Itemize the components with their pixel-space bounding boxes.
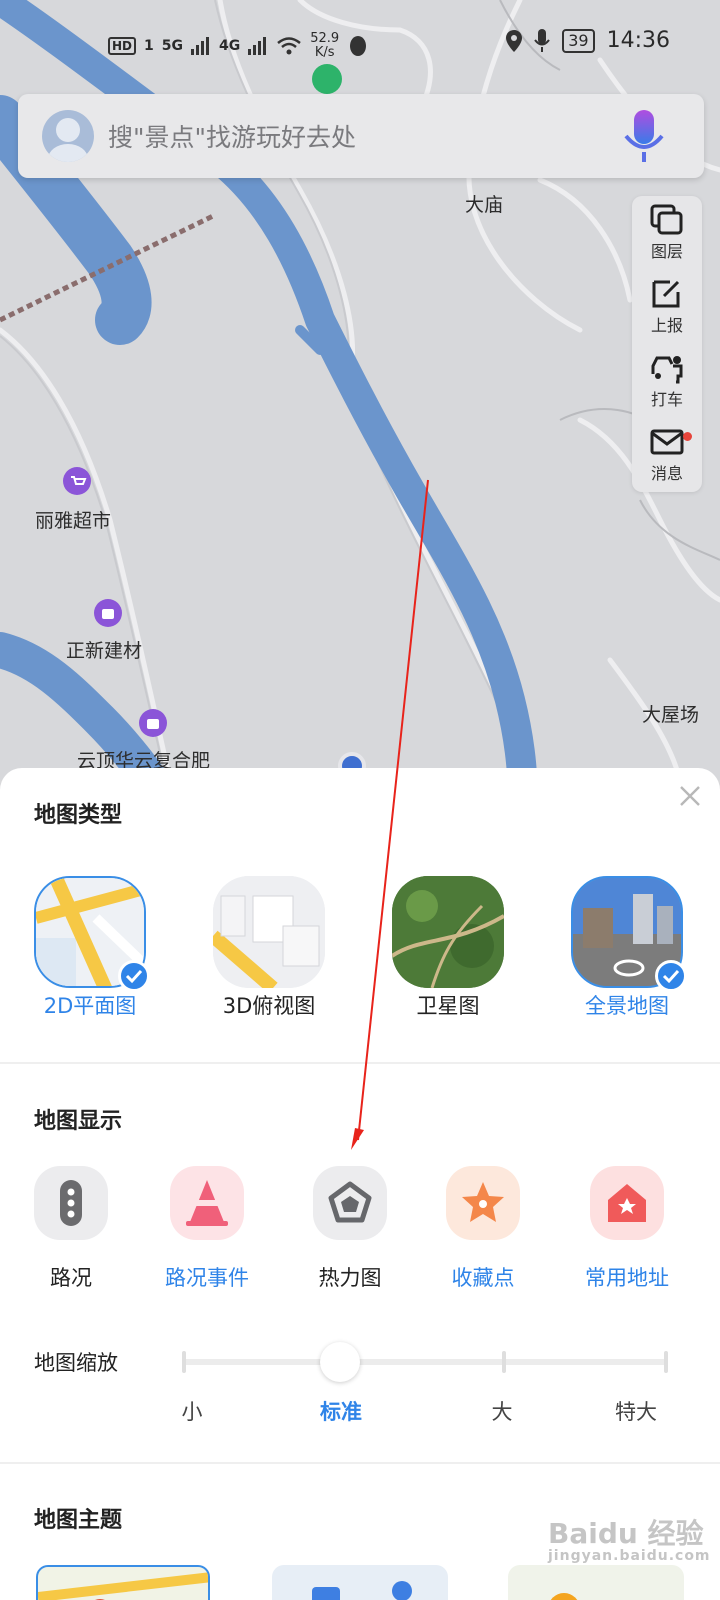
- watermark-subtext: jingyan.baidu.com: [548, 1548, 711, 1564]
- heatmap-label: 热力图: [318, 1266, 382, 1290]
- search-bar[interactable]: 搜"景点"找游玩好去处: [18, 94, 704, 178]
- signal-icon-2: [248, 37, 267, 55]
- map-type-satellite-label: 卫星图: [416, 994, 480, 1018]
- taxi-button[interactable]: 打车: [632, 344, 702, 418]
- map-label-zhengxin-building-materials[interactable]: 正新建材: [66, 636, 142, 663]
- baidu-jingyan-watermark: Baidu 经验 jingyan.baidu.com: [548, 1512, 711, 1564]
- location-icon: [506, 29, 523, 52]
- zoom-option-extra-large[interactable]: 特大: [586, 1396, 686, 1426]
- layers-icon: [650, 204, 683, 235]
- map-type-3d-label: 3D俯视图: [222, 994, 316, 1018]
- theme-card-default[interactable]: [36, 1565, 210, 1600]
- traffic-toggle[interactable]: [34, 1166, 108, 1240]
- map-label-dawuchang[interactable]: 大屋场: [642, 700, 699, 727]
- frequent-address-toggle[interactable]: [590, 1166, 664, 1240]
- map-type-satellite[interactable]: [392, 876, 504, 988]
- watermark-text: Baidu 经验: [548, 1517, 704, 1550]
- theme-3-preview: [550, 1593, 578, 1600]
- favorites-toggle[interactable]: [446, 1166, 520, 1240]
- map-type-2d[interactable]: [34, 876, 150, 992]
- map-label-damiao[interactable]: 大庙: [465, 190, 503, 217]
- map-type-panorama-label: 全景地图: [585, 994, 669, 1018]
- heatmap-toggle[interactable]: [313, 1166, 387, 1240]
- map-label-liya-supermarket[interactable]: 丽雅超市: [35, 506, 111, 533]
- theme-card-2[interactable]: [272, 1565, 448, 1600]
- traffic-cone-icon: [186, 1180, 228, 1226]
- map-type-3d[interactable]: [213, 876, 325, 988]
- map-type-title: 地图类型: [34, 803, 123, 828]
- network-5g-label: 5G: [161, 38, 183, 54]
- traffic-events-label: 路况事件: [165, 1266, 249, 1290]
- star-icon: [462, 1182, 504, 1222]
- wifi-icon: [277, 37, 302, 55]
- theme-default-preview: [38, 1572, 208, 1600]
- zoom-option-small[interactable]: 小: [142, 1396, 242, 1426]
- map-zoom-title: 地图缩放: [34, 1351, 118, 1375]
- zoom-slider-track[interactable]: [182, 1359, 668, 1365]
- clock: 14:36: [606, 28, 670, 53]
- section-divider: [0, 1062, 720, 1064]
- map-theme-title: 地图主题: [34, 1508, 123, 1533]
- map-3d-thumbnail: [213, 876, 325, 988]
- qq-penguin-icon: [350, 36, 367, 56]
- signal-icon: [191, 37, 209, 55]
- traffic-events-toggle[interactable]: [170, 1166, 244, 1240]
- microphone-status-icon: [534, 28, 551, 52]
- selected-check-icon: [118, 960, 150, 992]
- bus-station-icon[interactable]: [312, 64, 342, 94]
- map-type-panorama[interactable]: [571, 876, 687, 992]
- status-bar: HD 1 5G 4G 52.9 K/s 39 14:36: [0, 28, 720, 64]
- search-input[interactable]: 搜"景点"找游玩好去处: [108, 118, 624, 154]
- shopping-bag-poi-icon-2[interactable]: [138, 708, 168, 744]
- messages-label: 消息: [650, 464, 683, 483]
- traffic-label: 路况: [50, 1266, 92, 1290]
- network-4g-label: 4G: [219, 38, 241, 54]
- taxi-label: 打车: [650, 390, 683, 409]
- speed-value: 52.9: [310, 31, 340, 46]
- map-satellite-thumbnail: [392, 876, 504, 988]
- theme-card-3[interactable]: [508, 1565, 684, 1600]
- zoom-tick: [664, 1351, 668, 1373]
- section-divider-2: [0, 1462, 720, 1464]
- taxi-car-icon: [651, 356, 683, 384]
- zoom-tick: [182, 1351, 186, 1373]
- map-type-2d-label: 2D平面图: [43, 994, 137, 1018]
- voice-search-icon[interactable]: [624, 106, 664, 166]
- mail-icon: [650, 429, 684, 455]
- unread-dot: [683, 432, 692, 441]
- zoom-option-standard[interactable]: 标准: [291, 1396, 391, 1426]
- messages-button[interactable]: 消息: [632, 418, 702, 492]
- selected-check-icon-2: [655, 960, 687, 992]
- sim-indicator: 1: [144, 38, 154, 54]
- network-speed: 52.9 K/s: [310, 32, 339, 60]
- zoom-tick: [502, 1351, 506, 1373]
- battery-indicator: 39: [562, 28, 595, 53]
- layers-label: 图层: [650, 242, 683, 261]
- map-toolbar: 图层 上报 打车 消息: [632, 196, 702, 492]
- map-display-title: 地图显示: [34, 1109, 123, 1134]
- traffic-light-icon: [60, 1180, 82, 1226]
- hd-indicator: HD: [108, 37, 137, 55]
- zoom-option-large[interactable]: 大: [452, 1396, 552, 1426]
- report-label: 上报: [650, 316, 683, 335]
- shopping-cart-poi-icon[interactable]: [62, 466, 92, 502]
- shopping-bag-poi-icon[interactable]: [93, 598, 123, 634]
- zoom-slider-thumb[interactable]: [320, 1342, 360, 1382]
- avatar[interactable]: [42, 110, 94, 162]
- speed-unit: K/s: [314, 45, 335, 60]
- home-icon: [608, 1184, 646, 1222]
- frequent-address-label: 常用地址: [585, 1266, 669, 1290]
- layers-button[interactable]: 图层: [632, 196, 702, 270]
- heatmap-pentagon-icon: [328, 1181, 372, 1223]
- report-edit-icon: [652, 280, 680, 308]
- report-button[interactable]: 上报: [632, 270, 702, 344]
- theme-2-preview: [312, 1581, 412, 1600]
- favorites-label: 收藏点: [451, 1266, 515, 1290]
- close-icon[interactable]: [678, 784, 702, 808]
